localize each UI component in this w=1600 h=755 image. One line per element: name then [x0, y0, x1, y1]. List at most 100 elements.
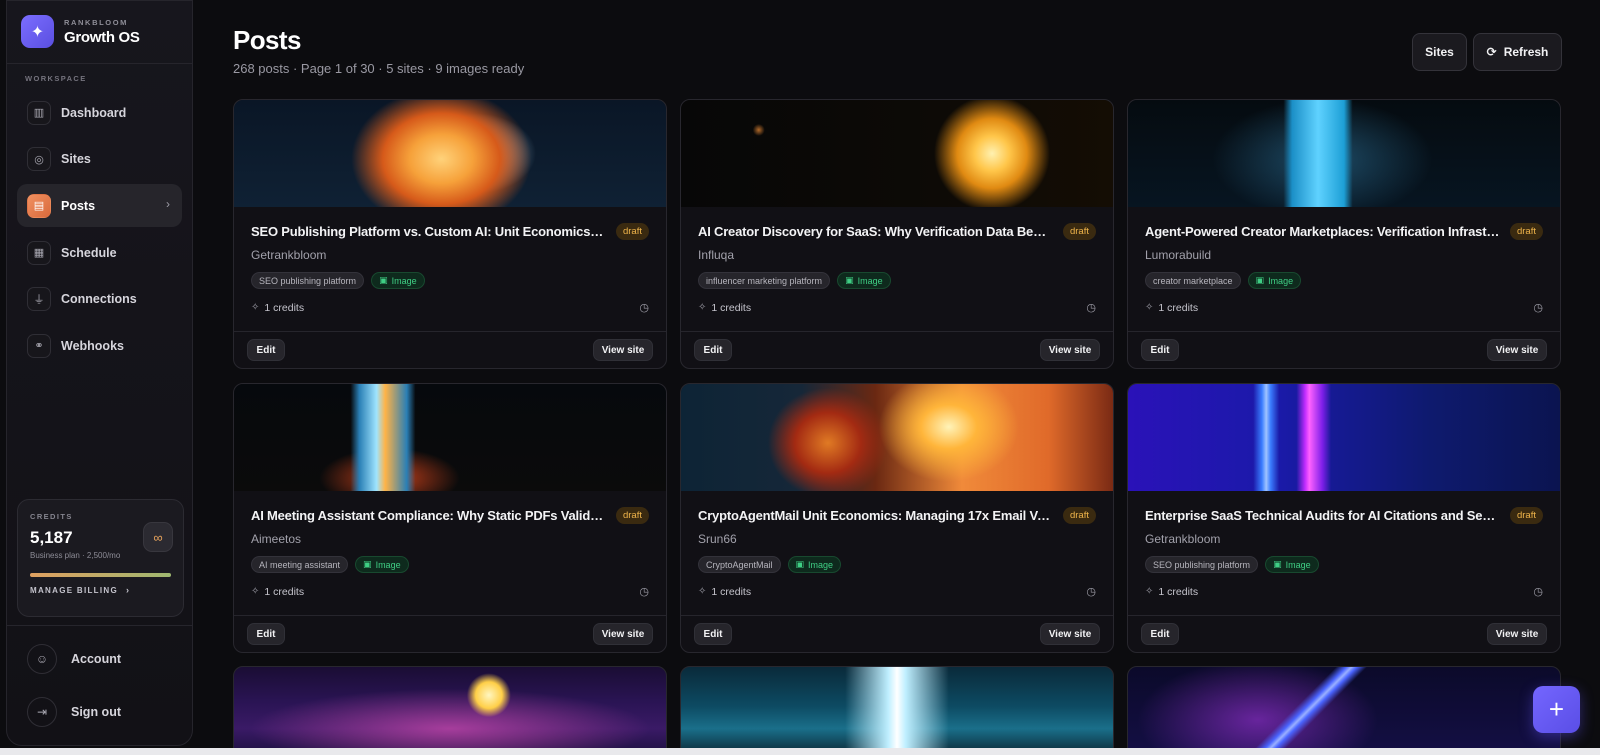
brand[interactable]: ✦ RANKBLOOM Growth OS: [21, 15, 140, 48]
post-card[interactable]: SEO Publishing Platform vs. Custom AI: U…: [233, 99, 667, 369]
clock-icon: ◷: [1086, 302, 1096, 314]
view-site-button[interactable]: View site: [1487, 339, 1547, 361]
manage-billing-label: MANAGE BILLING: [30, 585, 118, 595]
post-title[interactable]: AI Meeting Assistant Compliance: Why Sta…: [251, 508, 606, 523]
post-site: Getrankbloom: [251, 248, 327, 262]
image-ready-tag: ▣ Image: [1247, 272, 1302, 289]
sidebar-item-label: Connections: [61, 292, 137, 307]
sign-out-label: Sign out: [71, 705, 121, 719]
status-badge: draft: [615, 507, 649, 524]
post-credits: 1 credits: [1158, 585, 1199, 598]
edit-button[interactable]: Edit: [1141, 339, 1179, 361]
edit-button[interactable]: Edit: [694, 623, 732, 645]
image-icon: ▣: [1273, 559, 1282, 569]
divider: [681, 615, 1113, 616]
image-tag-label: Image: [857, 275, 883, 286]
post-card[interactable]: AI Meeting Assistant Compliance: Why Sta…: [233, 383, 667, 653]
post-title[interactable]: Enterprise SaaS Technical Audits for AI …: [1145, 508, 1500, 523]
post-card[interactable]: AI Creator Discovery for SaaS: Why Verif…: [680, 99, 1114, 369]
sidebar-item-sites[interactable]: ◎ Sites: [17, 138, 182, 181]
refresh-icon: ⟳: [1486, 45, 1497, 59]
account-button[interactable]: ☺ Account: [27, 644, 121, 674]
status-badge: draft: [1509, 507, 1543, 524]
post-card[interactable]: Agent-Powered Creator Marketplaces: Veri…: [1127, 99, 1561, 369]
status-badge: draft: [615, 223, 649, 240]
sidebar: ✦ RANKBLOOM Growth OS WORKSPACE ▥ Dashbo…: [6, 0, 193, 746]
post-card[interactable]: Enterprise SaaS Technical Audits for AI …: [1127, 383, 1561, 653]
keyword-tag: influencer marketing platform: [698, 272, 831, 289]
post-credits: 1 credits: [711, 585, 752, 598]
chevron-right-icon: ›: [125, 585, 131, 595]
sites-button-label: Sites: [1425, 45, 1454, 59]
keyword-tag: AI meeting assistant: [251, 556, 349, 573]
edit-button[interactable]: Edit: [694, 339, 732, 361]
sparkle-icon: ✧: [698, 302, 707, 313]
post-cover-image: [234, 384, 666, 491]
sidebar-item-schedule[interactable]: ▦ Schedule: [17, 231, 182, 274]
sites-button[interactable]: Sites: [1412, 33, 1467, 71]
post-site: Influqa: [698, 248, 735, 262]
page-title: Posts: [233, 25, 301, 55]
view-site-button[interactable]: View site: [1487, 623, 1547, 645]
divider: [234, 615, 666, 616]
credits-kicker: CREDITS: [30, 512, 73, 521]
post-title[interactable]: Agent-Powered Creator Marketplaces: Veri…: [1145, 224, 1500, 239]
view-site-button[interactable]: View site: [1040, 623, 1100, 645]
sidebar-item-posts[interactable]: ▤ Posts ›: [17, 184, 182, 228]
divider: [7, 625, 192, 626]
view-site-button[interactable]: View site: [593, 339, 653, 361]
refresh-button[interactable]: ⟳ Refresh: [1473, 33, 1562, 71]
post-card[interactable]: CryptoAgentMail Unit Economics: Managing…: [680, 383, 1114, 653]
post-title[interactable]: CryptoAgentMail Unit Economics: Managing…: [698, 508, 1053, 523]
sparkle-icon: ✧: [1145, 302, 1154, 313]
sidebar-item-dashboard[interactable]: ▥ Dashboard: [17, 91, 182, 134]
status-badge: draft: [1062, 507, 1096, 524]
post-title[interactable]: SEO Publishing Platform vs. Custom AI: U…: [251, 224, 606, 239]
sidebar-item-connections[interactable]: ⏚ Connections: [17, 278, 182, 321]
user-icon: ☺: [27, 644, 57, 674]
sidebar-item-webhooks[interactable]: ⚭ Webhooks: [17, 324, 182, 367]
account-label: Account: [71, 652, 121, 666]
sidebar-item-label: Webhooks: [61, 338, 124, 353]
keyword-tag: SEO publishing platform: [1145, 556, 1259, 573]
post-credits: 1 credits: [264, 585, 305, 598]
link-icon[interactable]: ∞: [143, 522, 173, 552]
post-cover-image: [234, 100, 666, 207]
view-site-button[interactable]: View site: [1040, 339, 1100, 361]
post-credits: 1 credits: [264, 301, 305, 314]
image-icon: ▣: [795, 559, 805, 569]
keyword-tag: CryptoAgentMail: [698, 556, 781, 573]
image-ready-tag: ▣ Image: [837, 272, 891, 289]
page-subtitle: 268 posts · Page 1 of 30 · 5 sites · 9 i…: [233, 61, 525, 76]
post-cover-image: [680, 666, 1114, 755]
refresh-button-label: Refresh: [1503, 45, 1549, 59]
post-cover-image: [1127, 666, 1561, 755]
webhook-icon: ⚭: [27, 333, 51, 358]
status-badge: draft: [1509, 223, 1543, 240]
image-tag-label: Image: [808, 559, 834, 570]
sidebar-item-label: Posts: [61, 198, 96, 213]
post-title[interactable]: AI Creator Discovery for SaaS: Why Verif…: [698, 224, 1053, 239]
document-icon: ▤: [27, 193, 51, 218]
image-icon: ▣: [363, 559, 372, 569]
globe-icon: ◎: [27, 147, 51, 172]
clock-icon: ◷: [639, 302, 649, 314]
edit-button[interactable]: Edit: [247, 339, 285, 361]
image-icon: ▣: [379, 275, 388, 285]
new-post-button[interactable]: +: [1533, 686, 1580, 733]
image-ready-tag: ▣ Image: [371, 272, 425, 289]
edit-button[interactable]: Edit: [247, 623, 285, 645]
edit-button[interactable]: Edit: [1141, 623, 1179, 645]
post-cover-image: [1128, 384, 1560, 491]
sidebar-item-label: Sites: [61, 152, 91, 167]
calendar-icon: ▦: [27, 240, 51, 265]
image-icon: ▣: [1255, 275, 1265, 285]
brand-name: Growth OS: [64, 28, 140, 46]
post-credits: 1 credits: [711, 301, 752, 314]
view-site-button[interactable]: View site: [593, 623, 653, 645]
sign-out-button[interactable]: ⇥ Sign out: [27, 697, 121, 727]
post-cover-image: [1128, 100, 1560, 207]
keyword-tag: creator marketplace: [1145, 272, 1241, 289]
image-tag-label: Image: [391, 275, 417, 286]
manage-billing-link[interactable]: MANAGE BILLING ›: [30, 585, 171, 595]
